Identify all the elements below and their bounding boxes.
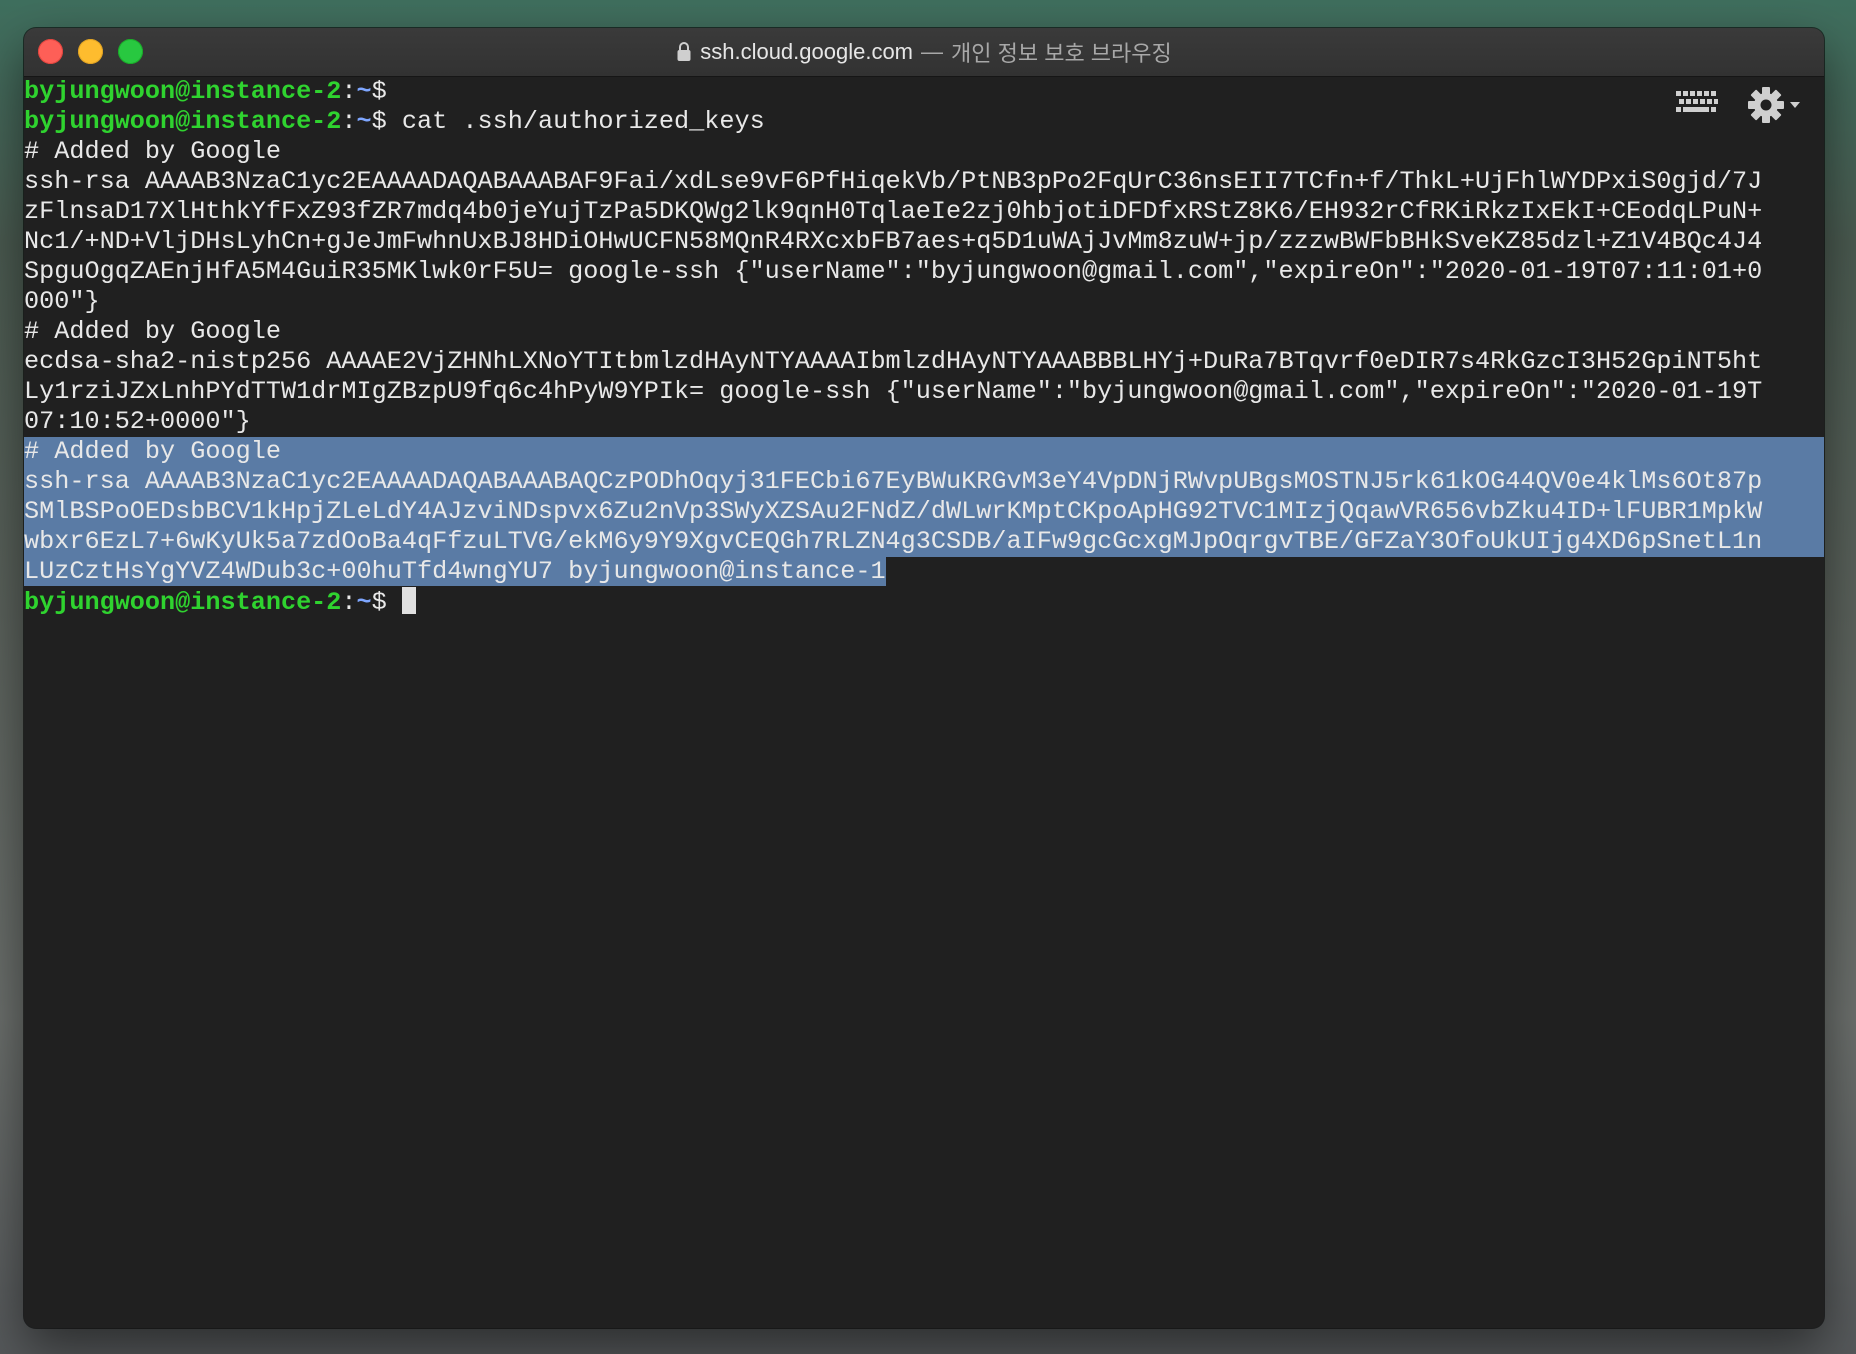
output-line: Ly1rziJZxLnhPYdTTW1drMIgZBzpU9fq6c4hPyW9…	[24, 377, 1763, 406]
prompt-dollar: $	[371, 588, 387, 617]
command-text: cat .ssh/authorized_keys	[401, 107, 765, 136]
keyboard-icon[interactable]	[1674, 88, 1720, 118]
prompt-dollar: $	[371, 77, 387, 106]
gear-icon[interactable]	[1746, 84, 1804, 126]
window-title: ssh.cloud.google.com — 개인 정보 보호 브라우징	[24, 28, 1824, 76]
selected-output-line[interactable]: ssh-rsa AAAAB3NzaC1yc2EAAAADAQABAAABAQCz…	[24, 467, 1824, 497]
output-line: 000"}	[24, 287, 100, 316]
browser-window: ssh.cloud.google.com — 개인 정보 보호 브라우징 byj…	[24, 28, 1824, 1328]
prompt-dollar: $	[371, 107, 387, 136]
prompt-colon: :	[341, 107, 357, 136]
prompt-path: ~	[356, 588, 372, 617]
prompt-colon: :	[341, 588, 357, 617]
prompt-line: byjungwoon@instance-2:~$	[24, 77, 1824, 107]
title-separator: —	[921, 39, 944, 64]
selected-output-line[interactable]: # Added by Google	[24, 437, 1824, 467]
terminal[interactable]: byjungwoon@instance-2:~$ byjungwoon@inst…	[24, 77, 1824, 1328]
prompt-user: byjungwoon@instance-2	[24, 588, 342, 617]
command-line: byjungwoon@instance-2:~$ cat .ssh/author…	[24, 107, 1824, 137]
prompt-path: ~	[356, 107, 372, 136]
active-prompt-line[interactable]: byjungwoon@instance-2:~$	[24, 587, 1824, 617]
prompt-user: byjungwoon@instance-2	[24, 77, 342, 106]
selected-text[interactable]: LUzCztHsYgYVZ4WDub3c+00huTfd4wngYU7 byju…	[24, 557, 886, 586]
output-line: # Added by Google	[24, 317, 281, 346]
output-line: ecdsa-sha2-nistp256 AAAAE2VjZHNhLXNoYTIt…	[24, 347, 1763, 376]
output-line: 07:10:52+0000"}	[24, 407, 251, 436]
chevron-down-icon	[1790, 102, 1800, 108]
lock-icon	[677, 42, 691, 61]
terminal-cursor	[401, 587, 416, 614]
output-line: Nc1/+ND+VljDHsLyhCn+gJeJmFwhnUxBJ8HDiOHw…	[24, 227, 1763, 256]
output-line: SpguOgqZAEnjHfA5M4GuiR35MKlwk0rF5U= goog…	[24, 257, 1763, 286]
output-line: # Added by Google	[24, 137, 281, 166]
output-line: zFlnsaD17XlHthkYfFxZ93fZR7mdq4b0jeYujTzP…	[24, 197, 1763, 226]
selected-output-line-last[interactable]: LUzCztHsYgYVZ4WDub3c+00huTfd4wngYU7 byju…	[24, 557, 1824, 587]
output-line: ssh-rsa AAAAB3NzaC1yc2EAAAADAQABAAABAF9F…	[24, 167, 1763, 196]
selected-output-line[interactable]: SMlBSPoOEDsbBCV1kHpjZLeLdY4AJzviNDspvx6Z…	[24, 497, 1824, 527]
title-host: ssh.cloud.google.com	[700, 39, 914, 64]
prompt-colon: :	[341, 77, 357, 106]
title-bar[interactable]: ssh.cloud.google.com — 개인 정보 보호 브라우징	[24, 28, 1824, 77]
selected-output-line[interactable]: wbxr6EzL7+6wKyUk5a7zdOoBa4qFfzuLTVG/ekM6…	[24, 527, 1824, 557]
prompt-path: ~	[356, 77, 372, 106]
prompt-user: byjungwoon@instance-2	[24, 107, 342, 136]
private-browsing-label: 개인 정보 보호 브라우징	[951, 41, 1172, 66]
